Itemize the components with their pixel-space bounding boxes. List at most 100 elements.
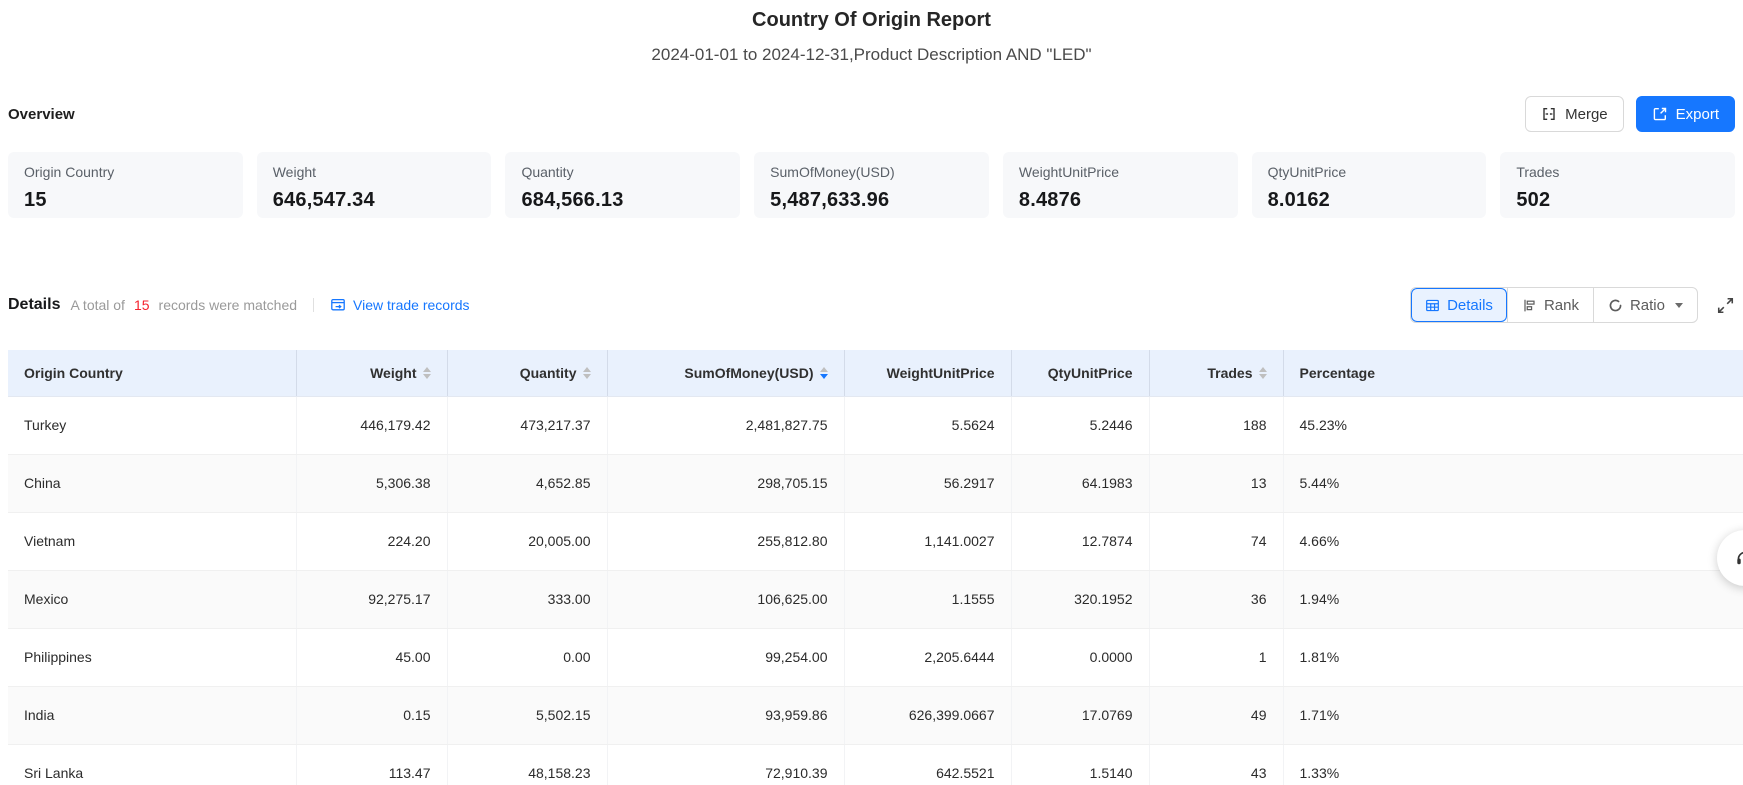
cell-origin_country: Philippines [8,628,296,686]
cell-trades: 1 [1149,628,1283,686]
headset-icon [1734,547,1743,569]
sort-icon[interactable] [583,367,591,379]
cell-weight_unit_price: 2,205.6444 [844,628,1011,686]
cell-quantity: 5,502.15 [447,686,607,744]
cell-weight: 92,275.17 [296,570,447,628]
card-value: 8.4876 [1019,189,1222,212]
cell-weight: 113.47 [296,744,447,785]
cell-origin_country: Turkey [8,396,296,454]
cell-weight: 0.15 [296,686,447,744]
merge-button[interactable]: Merge [1525,96,1624,132]
card-label: WeightUnitPrice [1019,164,1222,181]
cell-qty_unit_price: 0.0000 [1011,628,1149,686]
column-label: Weight [370,365,416,381]
column-header-origin_country: Origin Country [8,350,296,396]
column-header-quantity[interactable]: Quantity [447,350,607,396]
cell-percentage: 1.71% [1283,686,1743,744]
cell-qty_unit_price: 17.0769 [1011,686,1149,744]
table-row: China5,306.384,652.85298,705.1556.291764… [8,454,1743,512]
column-label: Origin Country [24,365,123,381]
cell-percentage: 45.23% [1283,396,1743,454]
trade-records-icon [330,297,346,313]
cell-quantity: 48,158.23 [447,744,607,785]
card-value: 8.0162 [1268,189,1471,212]
column-label: Trades [1207,365,1252,381]
card-label: Quantity [521,164,724,181]
vertical-divider [313,298,314,312]
cell-quantity: 473,217.37 [447,396,607,454]
cell-weight_unit_price: 5.5624 [844,396,1011,454]
cell-trades: 188 [1149,396,1283,454]
chevron-down-icon [1675,303,1683,308]
column-header-qty_unit_price: QtyUnitPrice [1011,350,1149,396]
overview-section-title: Overview [8,106,75,123]
cell-weight_unit_price: 1.1555 [844,570,1011,628]
view-trade-records-link[interactable]: View trade records [330,297,469,313]
overview-card-trades: Trades502 [1500,152,1735,218]
overview-card-sumofmoney-usd-: SumOfMoney(USD) 5,487,633.96 [754,152,989,218]
overview-bar: Overview Merge [0,95,1743,133]
cell-percentage: 1.94% [1283,570,1743,628]
tab-details-label: Details [1447,297,1493,314]
overview-card-origin-country: Origin Country 15 [8,152,243,218]
export-button-label: Export [1676,106,1719,123]
sort-icon[interactable] [1259,367,1267,379]
overview-card-qtyunitprice: QtyUnitPrice 8.0162 [1252,152,1487,218]
table-row: Sri Lanka113.4748,158.2372,910.39642.552… [8,744,1743,785]
cell-sum_of_money_usd: 72,910.39 [607,744,844,785]
card-value: 15 [24,189,227,212]
card-value: 646,547.34 [273,189,476,212]
column-label: Quantity [520,365,577,381]
export-button[interactable]: Export [1636,96,1735,132]
tab-details[interactable]: Details [1411,288,1507,322]
fullscreen-icon[interactable] [1716,296,1735,315]
cell-trades: 49 [1149,686,1283,744]
cell-qty_unit_price: 12.7874 [1011,512,1149,570]
cell-weight_unit_price: 642.5521 [844,744,1011,785]
column-label: QtyUnitPrice [1048,365,1133,381]
merge-icon [1541,106,1557,122]
tab-ratio-label: Ratio [1630,297,1665,314]
rank-view-icon [1522,298,1537,313]
sort-icon[interactable] [423,367,431,379]
card-label: QtyUnitPrice [1268,164,1471,181]
column-label: WeightUnitPrice [887,365,995,381]
report-subtitle: 2024-01-01 to 2024-12-31,Product Descrip… [0,44,1743,65]
cell-sum_of_money_usd: 106,625.00 [607,570,844,628]
cell-weight_unit_price: 56.2917 [844,454,1011,512]
tab-ratio[interactable]: Ratio [1593,288,1697,322]
card-label: Origin Country [24,164,227,181]
column-header-weight[interactable]: Weight [296,350,447,396]
cell-trades: 36 [1149,570,1283,628]
card-label: SumOfMoney(USD) [770,164,973,181]
cell-trades: 13 [1149,454,1283,512]
cell-quantity: 0.00 [447,628,607,686]
details-summary: Details A total of 15 records were match… [8,296,470,314]
merge-button-label: Merge [1565,106,1608,123]
column-header-sum_of_money_usd[interactable]: SumOfMoney(USD) [607,350,844,396]
cell-quantity: 4,652.85 [447,454,607,512]
card-value: 5,487,633.96 [770,189,973,212]
matched-prefix: A total of [70,297,124,313]
card-value: 684,566.13 [521,189,724,212]
cell-trades: 74 [1149,512,1283,570]
column-label: Percentage [1300,365,1375,381]
tab-rank-label: Rank [1544,297,1579,314]
cell-percentage: 4.66% [1283,512,1743,570]
card-label: Weight [273,164,476,181]
cell-percentage: 5.44% [1283,454,1743,512]
cell-qty_unit_price: 64.1983 [1011,454,1149,512]
cell-sum_of_money_usd: 93,959.86 [607,686,844,744]
report-head: Country Of Origin Report 2024-01-01 to 2… [0,0,1743,65]
cell-weight_unit_price: 1,141.0027 [844,512,1011,570]
tab-rank[interactable]: Rank [1507,288,1593,322]
origin-country-table: Origin Country Weight Quantity SumOfMoney(U… [8,350,1743,785]
column-header-trades[interactable]: Trades [1149,350,1283,396]
cell-origin_country: Mexico [8,570,296,628]
table-row: Mexico92,275.17333.00106,625.001.1555320… [8,570,1743,628]
matched-count: 15 [134,297,150,313]
sort-icon[interactable] [820,367,828,379]
table-row: India0.155,502.1593,959.86626,399.066717… [8,686,1743,744]
cell-weight: 224.20 [296,512,447,570]
cell-sum_of_money_usd: 255,812.80 [607,512,844,570]
